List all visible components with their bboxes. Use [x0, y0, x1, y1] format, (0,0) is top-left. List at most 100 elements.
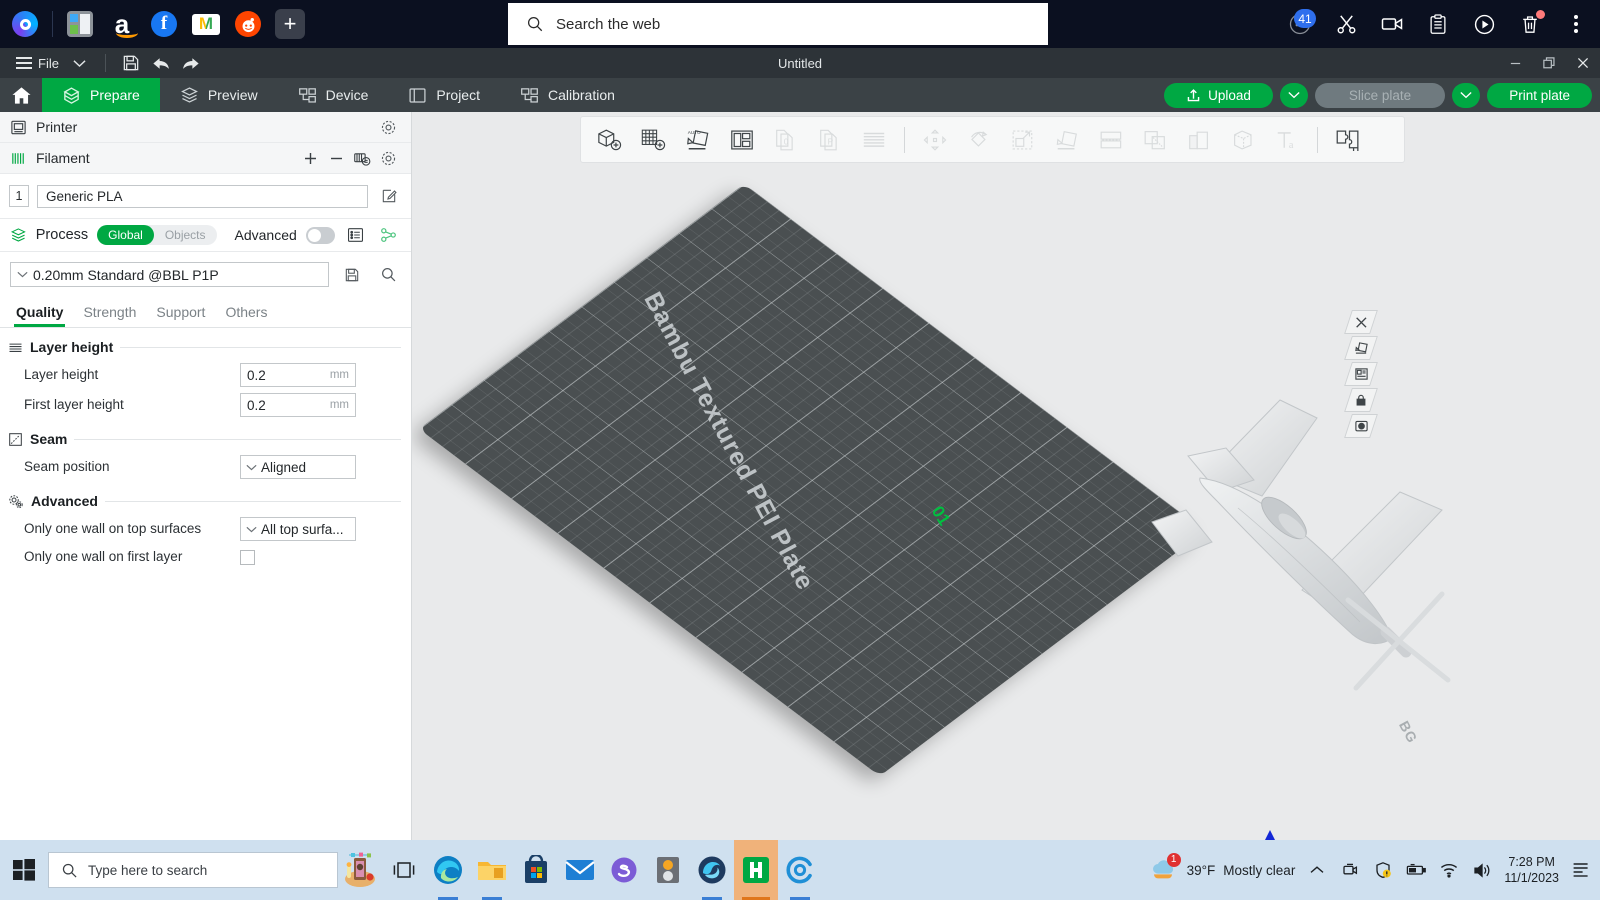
home-icon [11, 86, 31, 104]
clipboard-button[interactable] [1422, 8, 1454, 40]
tab-support[interactable]: Support [150, 299, 219, 327]
new-tab-button[interactable]: + [271, 5, 309, 43]
start-button[interactable] [0, 840, 48, 900]
advanced-label: Advanced [234, 227, 297, 243]
file-menu-button[interactable]: File [10, 51, 65, 75]
tab-others[interactable]: Others [219, 299, 281, 327]
preset-list-button[interactable] [344, 223, 368, 247]
weather-widget[interactable]: 1 39°F Mostly clear [1149, 852, 1295, 886]
taskbar-firefox[interactable] [690, 840, 734, 900]
tab-prepare[interactable]: Prepare [42, 78, 160, 112]
scope-global-option[interactable]: Global [97, 225, 154, 245]
one-wall-first-layer-checkbox[interactable] [240, 549, 255, 565]
taskbar-bambu-studio[interactable] [734, 840, 778, 900]
wifi-icon [1441, 863, 1458, 878]
taskbar-edge[interactable] [426, 840, 470, 900]
delete-button[interactable] [1514, 8, 1546, 40]
tab-preview[interactable]: Preview [160, 78, 278, 112]
redo-button[interactable] [176, 51, 206, 75]
build-plate[interactable] [419, 183, 1205, 777]
tray-security[interactable] [1372, 857, 1394, 883]
facebook-shortcut[interactable]: f [145, 5, 183, 43]
tray-battery[interactable] [1405, 857, 1427, 883]
print-options-caret[interactable] [1452, 82, 1481, 108]
snip-button[interactable] [1330, 8, 1362, 40]
chevron-up-icon [1310, 866, 1324, 873]
plate-code-label-2: BG [1396, 718, 1421, 746]
taskbar-skype[interactable] [602, 840, 646, 900]
taskbar-file-explorer[interactable] [470, 840, 514, 900]
taskbar-media-app[interactable] [646, 840, 690, 900]
printer-settings-button[interactable] [375, 115, 401, 139]
web-search-bar[interactable]: Search the web [508, 3, 1048, 45]
layer-height-input[interactable]: 0.2 mm [240, 363, 356, 387]
minimize-button[interactable] [1498, 48, 1532, 78]
filament-section[interactable]: Filament [0, 143, 411, 174]
record-button[interactable] [1376, 8, 1408, 40]
tab-strength[interactable]: Strength [77, 299, 150, 327]
one-wall-top-select[interactable]: All top surfa... [240, 517, 356, 541]
taskbar-onshape[interactable] [778, 840, 822, 900]
taskbar-task-view[interactable] [382, 840, 426, 900]
slice-plate-button[interactable]: Slice plate [1314, 82, 1446, 108]
undo-button[interactable] [146, 51, 176, 75]
taskbar-mail[interactable] [558, 840, 602, 900]
advanced-toggle[interactable] [305, 226, 335, 244]
tab-device[interactable]: Device [278, 78, 389, 112]
field-seam-position: Seam position Aligned [0, 452, 411, 482]
reddit-shortcut[interactable] [229, 5, 267, 43]
divider [104, 54, 106, 72]
restore-button[interactable] [1532, 48, 1566, 78]
save-preset-button[interactable] [339, 263, 365, 287]
notifications-button[interactable] [1570, 857, 1592, 883]
tray-expand-button[interactable] [1306, 857, 1328, 883]
tab-calibration[interactable]: Calibration [500, 78, 635, 112]
start-tiles-button[interactable] [61, 5, 99, 43]
taskbar-search-box[interactable]: Type here to search [48, 852, 338, 888]
compare-presets-button[interactable] [377, 223, 401, 247]
tray-volume[interactable] [1471, 857, 1493, 883]
arrange-plate-button[interactable] [1344, 336, 1378, 360]
search-preset-button[interactable] [375, 263, 401, 287]
tray-camera[interactable] [1339, 857, 1361, 883]
save-button[interactable] [116, 51, 146, 75]
browser-logo-button[interactable] [6, 5, 44, 43]
tray-network[interactable] [1438, 857, 1460, 883]
delete-plate-button[interactable] [1344, 310, 1378, 334]
restore-window-icon [1543, 57, 1555, 69]
first-layer-height-input[interactable]: 0.2 mm [240, 393, 356, 417]
tab-quality[interactable]: Quality [10, 299, 77, 327]
home-button[interactable] [0, 78, 42, 112]
filament-settings-button[interactable] [375, 146, 401, 170]
airplane-model[interactable] [1142, 370, 1472, 700]
filament-edit-button[interactable] [376, 184, 402, 208]
play-button[interactable] [1468, 8, 1500, 40]
edge-browser-icon [434, 856, 462, 884]
ams-sync-button[interactable] [349, 146, 375, 170]
add-filament-button[interactable] [297, 146, 323, 170]
process-scope-toggle[interactable]: Global Objects [97, 225, 217, 245]
seam-position-select[interactable]: Aligned [240, 455, 356, 479]
taskbar-clock[interactable]: 7:28 PM 11/1/2023 [1504, 854, 1559, 886]
tab-project[interactable]: Project [388, 78, 500, 112]
field-one-wall-top-label: Only one wall on top surfaces [24, 520, 202, 536]
upload-button[interactable]: Upload [1164, 82, 1273, 108]
taskbar-microsoft-store[interactable] [514, 840, 558, 900]
group-advanced-label: Advanced [31, 493, 98, 509]
remove-filament-button[interactable] [323, 146, 349, 170]
amazon-shortcut[interactable]: a [103, 5, 141, 43]
scope-objects-option[interactable]: Objects [154, 225, 217, 245]
scissors-icon [1337, 14, 1355, 33]
gmail-shortcut[interactable] [187, 5, 225, 43]
filament-slot-select[interactable]: Generic PLA [37, 184, 368, 208]
3d-viewport[interactable]: AUTO 0 P a Bambu Textured PEI Plate 01 1… [412, 112, 1600, 840]
more-menu-button[interactable] [1560, 8, 1592, 40]
process-preset-select[interactable]: 0.20mm Standard @BBL P1P [10, 262, 329, 287]
close-button[interactable] [1566, 48, 1600, 78]
print-plate-button[interactable]: Print plate [1487, 82, 1592, 108]
profile-button[interactable]: 41 [1284, 8, 1316, 40]
taskbar-cortana[interactable] [338, 840, 382, 900]
printer-section[interactable]: Printer [0, 112, 411, 143]
file-menu-caret[interactable] [65, 51, 95, 75]
slice-options-caret[interactable] [1279, 82, 1308, 108]
